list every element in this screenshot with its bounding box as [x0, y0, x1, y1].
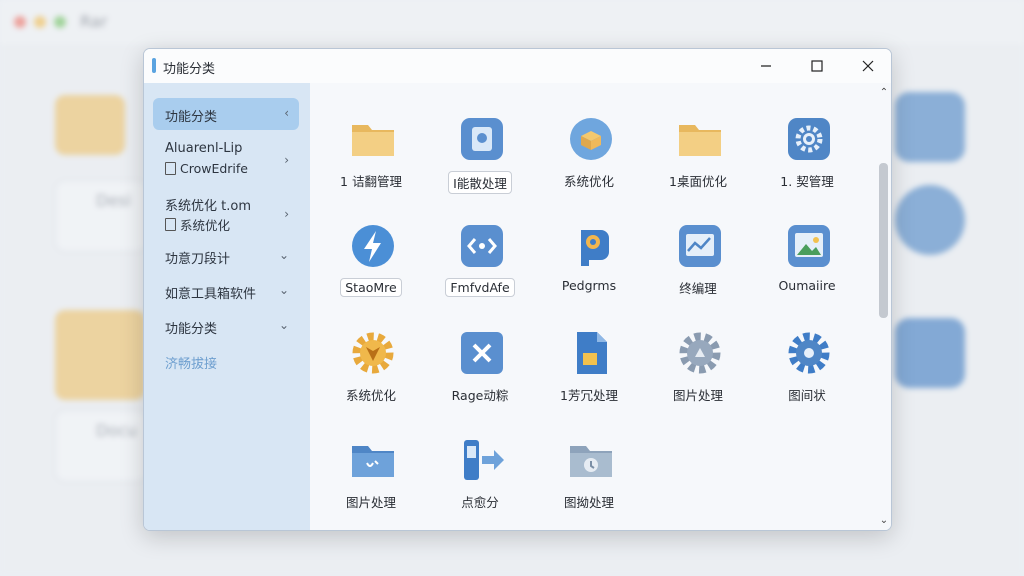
blue-folder-icon: [352, 446, 394, 477]
scroll-down-button[interactable]: ⌄: [877, 515, 891, 526]
sidebar-item-toolbox[interactable]: 如意工具箱软件 ⌄: [153, 283, 299, 303]
grid-tile[interactable]: Rage动粽: [425, 329, 535, 429]
image-app-icon: [461, 118, 503, 160]
grid-tile[interactable]: Oumaiire: [752, 222, 862, 322]
grid-tile[interactable]: 图拗处理: [534, 436, 644, 530]
grid-tile[interactable]: 系统优化: [534, 115, 644, 215]
close-icon: [862, 60, 874, 72]
grid-tile[interactable]: 终编理: [643, 222, 753, 322]
grid-tile[interactable]: 1芳冗处理: [534, 329, 644, 429]
grid-tile[interactable]: 图间状: [752, 329, 862, 429]
category-dialog: 功能分类 功能分类 ‹ Aluarenl-Lip CrowEdrife › 系统…: [143, 48, 892, 531]
lightning-icon: [352, 225, 394, 267]
gear-icon: [788, 118, 830, 160]
folder-icon: [352, 125, 394, 156]
code-icon: [461, 225, 503, 267]
grid-tile[interactable]: 点愈分: [425, 436, 535, 530]
grid-tile[interactable]: Pedgrms: [534, 222, 644, 322]
chevron-down-icon: ⌄: [278, 283, 289, 297]
sidebar-item-system-optimize[interactable]: 系统优化 t.om 系统优化 ›: [153, 195, 299, 235]
scroll-thumb[interactable]: [879, 163, 888, 318]
minimize-button[interactable]: [743, 49, 789, 83]
device-arrow-icon: [464, 440, 504, 480]
gray-gear-icon: [679, 332, 721, 374]
chevron-down-icon: ⌄: [278, 248, 289, 262]
grid-tile[interactable]: 1 诘翻管理: [316, 115, 426, 215]
grid-tile[interactable]: 1. 契管理: [752, 115, 862, 215]
scroll-up-button[interactable]: ⌃: [877, 87, 891, 98]
blue-gear-icon: [788, 332, 830, 374]
file-icon: [165, 218, 176, 231]
category-sidebar: 功能分类 ‹ Aluarenl-Lip CrowEdrife › 系统优化 t.…: [144, 83, 310, 530]
chevron-down-icon: ⌄: [278, 318, 289, 332]
sidebar-item-1[interactable]: Aluarenl-Lip CrowEdrife ›: [153, 141, 299, 181]
vertical-scrollbar[interactable]: ⌃ ⌄: [877, 83, 891, 530]
grid-tile[interactable]: 1桌面优化: [643, 115, 753, 215]
sidebar-item-3[interactable]: 功意刀段计 ⌄: [153, 248, 299, 268]
grid-tile[interactable]: 系统优化: [316, 329, 426, 429]
minimize-icon: [761, 65, 771, 67]
title-accent-icon: [152, 58, 156, 73]
grid-tile[interactable]: 图片处理: [643, 329, 753, 429]
cloud-box-icon: [570, 118, 612, 160]
folder-icon: [679, 125, 721, 156]
grid-tile[interactable]: StaoMre: [316, 222, 426, 322]
orange-gear-icon: [352, 332, 394, 374]
chart-icon: [679, 225, 721, 267]
x-tool-icon: [461, 332, 503, 374]
chevron-left-icon: ‹: [284, 106, 289, 120]
grid-tile[interactable]: Ⅰ能散处理: [425, 115, 535, 215]
sidebar-link[interactable]: 济畅拔接: [153, 353, 299, 373]
maximize-button[interactable]: [794, 49, 840, 83]
gray-folder-icon: [570, 446, 612, 477]
grid-tile[interactable]: 图片处理: [316, 436, 426, 530]
picture-icon: [788, 225, 830, 267]
document-icon: [577, 332, 607, 374]
maximize-icon: [811, 60, 823, 72]
dialog-titlebar: 功能分类: [144, 49, 891, 83]
chevron-right-icon: ›: [284, 207, 289, 221]
chevron-right-icon: ›: [284, 153, 289, 167]
brain-icon: [581, 230, 609, 266]
close-button[interactable]: [845, 49, 891, 83]
feature-grid: 1 诘翻管理 Ⅰ能散处理 系统优化 1桌面优化 1. 契管理 StaoMre F…: [310, 83, 877, 530]
file-icon: [165, 162, 176, 175]
grid-tile[interactable]: FmfvdAfe: [425, 222, 535, 322]
sidebar-item-category-2[interactable]: 功能分类 ⌄: [153, 318, 299, 338]
sidebar-item-category[interactable]: 功能分类 ‹: [153, 98, 299, 130]
dialog-title: 功能分类: [163, 62, 216, 77]
